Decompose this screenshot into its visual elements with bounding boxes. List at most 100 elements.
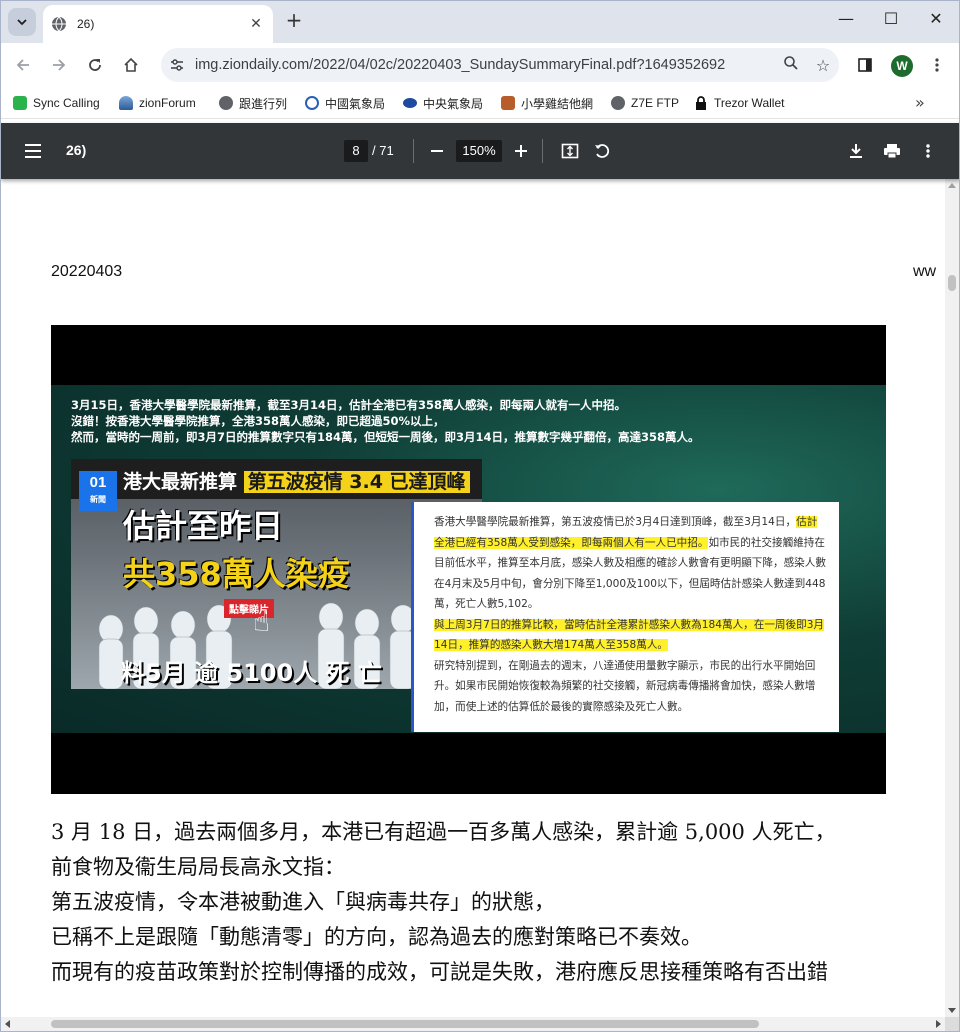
bookmark-cma[interactable]: 中國氣象局 [305, 93, 385, 113]
browser-menu-button[interactable] [923, 51, 951, 79]
video-scene: 3月15日，香港大學醫學院最新推算，截至3月14日，估計全港已有358萬人感染，… [51, 385, 886, 733]
zoom-out-button[interactable] [425, 139, 449, 163]
embedded-video-screenshot: 3月15日，香港大學醫學院最新推算，截至3月14日，估計全港已有358萬人感染，… [51, 325, 886, 794]
arrow-right-icon [53, 59, 66, 71]
paragraph-line: 前食物及衞生局局長高永文指： [51, 855, 345, 879]
sync-calling-icon [13, 96, 27, 110]
scroll-up-icon[interactable] [948, 183, 956, 188]
vertical-scroll-thumb[interactable] [948, 275, 956, 291]
toolbar-divider [542, 139, 543, 163]
download-icon [850, 144, 862, 158]
bookmark-followup[interactable]: 跟進行列 [219, 93, 287, 113]
scroll-down-icon[interactable] [948, 1008, 956, 1013]
profile-avatar[interactable]: W [891, 55, 913, 77]
toolbar-divider [413, 139, 414, 163]
paragraph-line: 而現有的疫苗政策對於控制傳播的成效，可説是失敗，港府應反思接種策略有否出錯 [51, 960, 828, 984]
thumbnail-headline: 港大最新推算 第五波疫情 3.4 已達頂峰 [123, 467, 470, 494]
pdf-toolbar: 26) 8 / 71 150% [1, 123, 959, 179]
hamburger-menu-icon[interactable] [23, 141, 43, 161]
forward-button[interactable] [45, 51, 73, 79]
side-panel-button[interactable] [851, 51, 879, 79]
tab-close-icon[interactable]: ✕ [247, 16, 265, 32]
bookmark-trezor[interactable]: Trezor Wallet [695, 93, 784, 113]
article-paragraph: 3 月 18 日，過去兩個多月，本港已有超過一百多萬人感染，累計逾 5,000 … [51, 815, 941, 990]
maximize-icon[interactable]: ☐ [878, 9, 904, 33]
zionforum-icon [119, 96, 133, 110]
pdf-more-button[interactable] [916, 139, 940, 163]
page-number-input[interactable]: 8 [344, 140, 368, 162]
tab-title: 26) [77, 17, 95, 31]
url-text: img.ziondaily.com/2022/04/02c/20220403_S… [195, 57, 726, 73]
bookmarks-bar: Sync Calling zionForum 跟進行列 中國氣象局 中央氣象局 … [1, 87, 959, 119]
home-button[interactable] [117, 51, 145, 79]
chevron-down-icon [17, 19, 27, 26]
bookmark-guitar[interactable]: 小學雞結他網 [501, 93, 593, 113]
fit-page-icon [561, 143, 579, 159]
video-text-line: 3月15日，香港大學醫學院最新推算，截至3月14日，估計全港已有358萬人感染，… [71, 398, 627, 412]
rotate-button[interactable] [590, 139, 614, 163]
arrow-left-icon [16, 59, 29, 71]
bookmark-star-icon[interactable]: ☆ [807, 56, 839, 75]
download-button[interactable] [844, 139, 868, 163]
page-header-date: 20220403 [51, 263, 123, 280]
bookmark-cwb[interactable]: 中央氣象局 [403, 93, 483, 113]
more-vertical-icon [926, 144, 930, 158]
page-header-right: ww [913, 263, 937, 280]
globe-icon [52, 16, 66, 32]
scroll-left-icon[interactable] [5, 1020, 10, 1028]
weather-eye-icon [403, 98, 417, 108]
quote-paragraph: 香港大學醫學院最新推算，第五波疫情已於3月4日達到頂峰，截至3月14日，估計全港… [434, 516, 826, 610]
print-button[interactable] [880, 139, 904, 163]
more-vertical-icon [935, 58, 939, 72]
tab-active[interactable]: 26) ✕ [43, 5, 273, 43]
zoom-level-input[interactable]: 150% [456, 140, 502, 162]
site-info-icon[interactable] [167, 55, 187, 75]
thumbnail-big-title: 估計至昨日 [123, 507, 284, 545]
quote-paragraph: 與上周3月7日的推算比較，當時估計全港累計感染人數為184萬人，在一周後即3月1… [434, 618, 825, 651]
guitar-icon [501, 96, 515, 110]
hk01-logo: 01 新聞 [79, 471, 117, 511]
bookmarks-overflow-icon[interactable]: » [915, 93, 925, 112]
minus-icon [431, 150, 443, 152]
thumbnail-caption: 料5月 逾 5100人 死 亡 [121, 659, 382, 687]
video-text-line: 沒錯！按香港大學醫學院推算，全港358萬人感染，即已超過50%以上， [71, 414, 445, 428]
zoom-icon[interactable] [775, 55, 807, 75]
paragraph-line: 3 月 18 日，過去兩個多月，本港已有超過一百多萬人感染，累計逾 5,000 … [51, 820, 836, 844]
vertical-scrollbar[interactable] [945, 179, 959, 1017]
video-text-line: 然而，當時的一周前，即3月7日的推算數字只有184萬，但短短一周後，即3月14日… [71, 430, 700, 444]
close-window-icon[interactable]: ✕ [923, 9, 949, 33]
reload-button[interactable] [81, 51, 109, 79]
side-panel-icon [858, 58, 872, 72]
browser-toolbar: img.ziondaily.com/2022/04/02c/20220403_S… [1, 43, 959, 87]
globe-icon [611, 96, 625, 110]
tab-search-button[interactable] [8, 8, 36, 36]
bookmark-zionforum[interactable]: zionForum [119, 93, 196, 113]
pdf-viewport[interactable]: 20220403 ww 3月15日，香港大學醫學院最新推算，截至3月14日，估計… [1, 179, 945, 1017]
scroll-right-icon[interactable] [936, 1020, 941, 1028]
horizontal-scroll-thumb[interactable] [51, 1020, 759, 1028]
globe-icon [219, 96, 233, 110]
address-bar[interactable]: img.ziondaily.com/2022/04/02c/20220403_S… [161, 48, 839, 82]
browser-window: 26) ✕ + — ☐ ✕ img.ziondaily.com/2022/04/… [0, 0, 960, 1032]
page-total: / 71 [372, 143, 394, 158]
zoom-in-button[interactable] [509, 139, 533, 163]
tab-strip: 26) ✕ + — ☐ ✕ [1, 1, 959, 43]
horizontal-scrollbar[interactable] [1, 1017, 945, 1031]
fit-to-page-button[interactable] [558, 139, 582, 163]
quoted-article-box: 香港大學醫學院最新推算，第五波疫情已於3月4日達到頂峰，截至3月14日，估計全港… [411, 502, 839, 732]
scrollbar-corner [945, 1017, 959, 1031]
lock-icon [695, 96, 707, 110]
pdf-title: 26) [66, 142, 87, 158]
minimize-icon[interactable]: — [833, 9, 859, 33]
home-icon [124, 57, 138, 72]
plus-icon [515, 145, 527, 157]
bookmark-z7e-ftp[interactable]: Z7E FTP [611, 93, 679, 113]
paragraph-line: 第五波疫情，令本港被動進入「與病毒共存」的狀態， [51, 890, 555, 914]
new-tab-button[interactable]: + [283, 10, 305, 32]
paragraph-line: 已稱不上是跟隨「動態清零」的方向，認為過去的應對策略已不奏效。 [51, 925, 702, 949]
rotate-icon [595, 144, 610, 158]
bookmark-sync-calling[interactable]: Sync Calling [13, 93, 100, 113]
pointer-hand-icon: ☝ [253, 605, 271, 638]
reload-icon [89, 59, 101, 71]
back-button[interactable] [9, 51, 37, 79]
